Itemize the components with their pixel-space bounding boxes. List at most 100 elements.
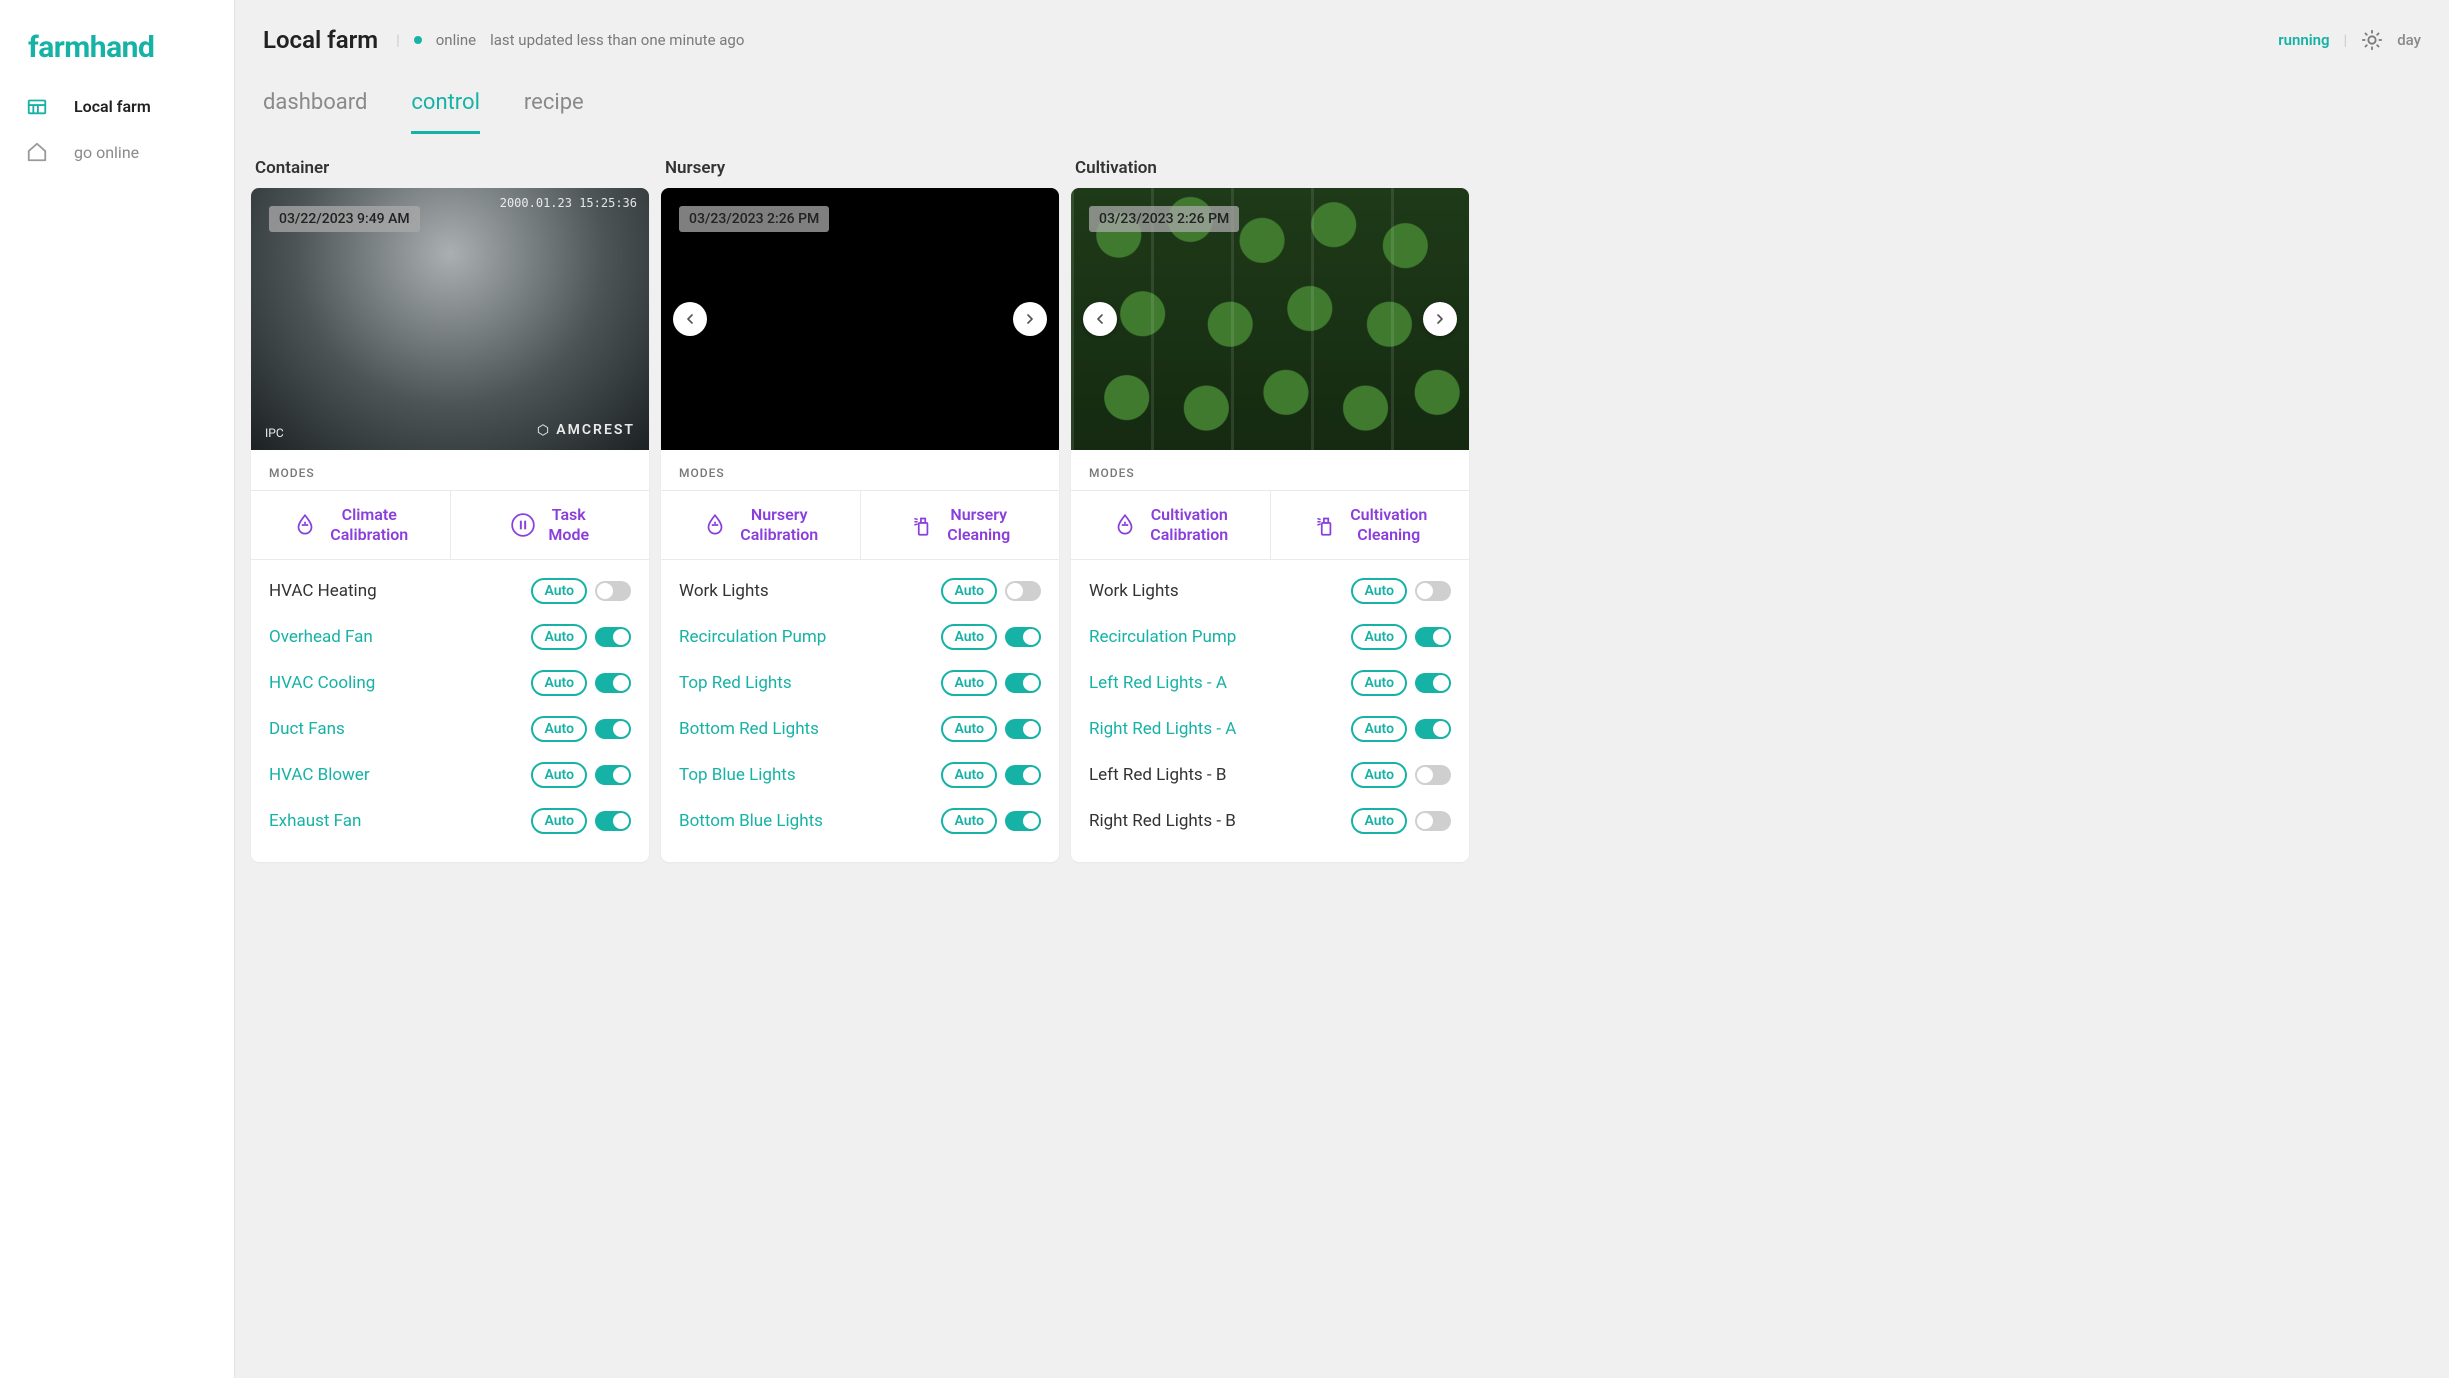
control-row: Duct Fans Auto: [269, 706, 631, 752]
sidebar-item-label: Local farm: [74, 97, 151, 116]
camera-feed[interactable]: 03/23/2023 2:26 PM: [661, 188, 1059, 450]
chevron-right-icon: [1022, 311, 1038, 327]
tab-recipe[interactable]: recipe: [524, 90, 584, 134]
auto-button[interactable]: Auto: [1351, 624, 1407, 650]
toggle-switch[interactable]: [1415, 627, 1451, 647]
toggle-switch[interactable]: [1005, 811, 1041, 831]
toggle-switch[interactable]: [1005, 627, 1041, 647]
camera-nav-right[interactable]: [1013, 302, 1047, 336]
sidebar-item-local-farm[interactable]: Local farm: [0, 83, 234, 129]
auto-button[interactable]: Auto: [941, 716, 997, 742]
control-label: Left Red Lights - A: [1089, 673, 1343, 693]
mode-button-label: NurseryCalibration: [740, 505, 818, 545]
panel-container: 03/22/2023 9:49 AM 2000.01.23 15:25:36 IPC…: [251, 188, 649, 862]
auto-button[interactable]: Auto: [531, 624, 587, 650]
control-row: Work Lights Auto: [1089, 568, 1451, 614]
control-row: Recirculation Pump Auto: [679, 614, 1041, 660]
toggle-switch[interactable]: [595, 765, 631, 785]
auto-button[interactable]: Auto: [1351, 716, 1407, 742]
control-row: Bottom Blue Lights Auto: [679, 798, 1041, 844]
panel-cultivation: 03/23/2023 2:26 PMMODES CultivationCalib…: [1071, 188, 1469, 862]
sidebar-item-label: go online: [74, 143, 139, 162]
mode-button-nursery-calibration[interactable]: NurseryCalibration: [661, 491, 860, 559]
camera-feed[interactable]: 03/22/2023 9:49 AM 2000.01.23 15:25:36 IPC…: [251, 188, 649, 450]
camera-timestamp: 03/22/2023 9:49 AM: [269, 206, 420, 232]
auto-button[interactable]: Auto: [941, 762, 997, 788]
toggle-switch[interactable]: [1415, 811, 1451, 831]
auto-button[interactable]: Auto: [531, 578, 587, 604]
status-dot-icon: [414, 36, 422, 44]
control-row: Work Lights Auto: [679, 568, 1041, 614]
pause-icon: [510, 512, 536, 538]
toggle-switch[interactable]: [1415, 765, 1451, 785]
toggle-switch[interactable]: [1005, 765, 1041, 785]
control-row: HVAC Heating Auto: [269, 568, 631, 614]
mode-button-nursery-cleaning[interactable]: NurseryCleaning: [860, 491, 1060, 559]
droplet-adjust-icon: [702, 512, 728, 538]
modes-heading: MODES: [661, 450, 1059, 491]
camera-feed[interactable]: 03/23/2023 2:26 PM: [1071, 188, 1469, 450]
control-row: Exhaust Fan Auto: [269, 798, 631, 844]
modes-heading: MODES: [1071, 450, 1469, 491]
control-label: Overhead Fan: [269, 627, 523, 647]
run-status: running: [2278, 31, 2329, 49]
control-label: Duct Fans: [269, 719, 523, 739]
camera-nav-left[interactable]: [1083, 302, 1117, 336]
toggle-switch[interactable]: [595, 673, 631, 693]
toggle-switch[interactable]: [595, 627, 631, 647]
control-label: Top Red Lights: [679, 673, 933, 693]
control-label: Recirculation Pump: [679, 627, 933, 647]
camera-nav-right[interactable]: [1423, 302, 1457, 336]
toggle-switch[interactable]: [595, 719, 631, 739]
control-row: HVAC Blower Auto: [269, 752, 631, 798]
toggle-switch[interactable]: [1005, 673, 1041, 693]
mode-button-cultivation-cleaning[interactable]: CultivationCleaning: [1270, 491, 1470, 559]
mode-button-task-mode[interactable]: TaskMode: [450, 491, 650, 559]
chevron-left-icon: [1092, 311, 1108, 327]
auto-button[interactable]: Auto: [1351, 808, 1407, 834]
modes-heading: MODES: [251, 450, 649, 491]
droplet-adjust-icon: [1112, 512, 1138, 538]
control-label: Left Red Lights - B: [1089, 765, 1343, 785]
auto-button[interactable]: Auto: [1351, 762, 1407, 788]
mode-button-label: TaskMode: [548, 505, 589, 545]
tab-control[interactable]: control: [411, 90, 480, 134]
sidebar-item-go-online[interactable]: go online: [0, 129, 234, 175]
control-label: Right Red Lights - B: [1089, 811, 1343, 831]
camera-nav-left[interactable]: [673, 302, 707, 336]
toggle-switch[interactable]: [1005, 719, 1041, 739]
panel-title: Nursery: [661, 158, 1059, 188]
auto-button[interactable]: Auto: [531, 762, 587, 788]
connection-status: online: [436, 31, 476, 49]
auto-button[interactable]: Auto: [941, 578, 997, 604]
toggle-switch[interactable]: [1415, 581, 1451, 601]
page-title: Local farm: [263, 26, 378, 54]
mode-button-climate-calibration[interactable]: ClimateCalibration: [251, 491, 450, 559]
auto-button[interactable]: Auto: [531, 716, 587, 742]
toggle-switch[interactable]: [1415, 673, 1451, 693]
control-row: Top Blue Lights Auto: [679, 752, 1041, 798]
control-row: HVAC Cooling Auto: [269, 660, 631, 706]
sun-icon: [2361, 29, 2383, 51]
toggle-switch[interactable]: [1415, 719, 1451, 739]
auto-button[interactable]: Auto: [941, 670, 997, 696]
auto-button[interactable]: Auto: [1351, 578, 1407, 604]
auto-button[interactable]: Auto: [531, 670, 587, 696]
control-row: Left Red Lights - B Auto: [1089, 752, 1451, 798]
camera-overlay-label: IPC: [265, 426, 284, 440]
auto-button[interactable]: Auto: [531, 808, 587, 834]
tab-dashboard[interactable]: dashboard: [263, 90, 367, 134]
camera-overlay-time: 2000.01.23 15:25:36: [500, 196, 637, 210]
auto-button[interactable]: Auto: [1351, 670, 1407, 696]
toggle-switch[interactable]: [595, 811, 631, 831]
toggle-switch[interactable]: [595, 581, 631, 601]
auto-button[interactable]: Auto: [941, 624, 997, 650]
droplet-adjust-icon: [292, 512, 318, 538]
control-row: Bottom Red Lights Auto: [679, 706, 1041, 752]
mode-button-cultivation-calibration[interactable]: CultivationCalibration: [1071, 491, 1270, 559]
brand-logo: farmhand: [0, 22, 234, 83]
separator: |: [2344, 31, 2348, 49]
auto-button[interactable]: Auto: [941, 808, 997, 834]
panel-title: Container: [251, 158, 649, 188]
toggle-switch[interactable]: [1005, 581, 1041, 601]
